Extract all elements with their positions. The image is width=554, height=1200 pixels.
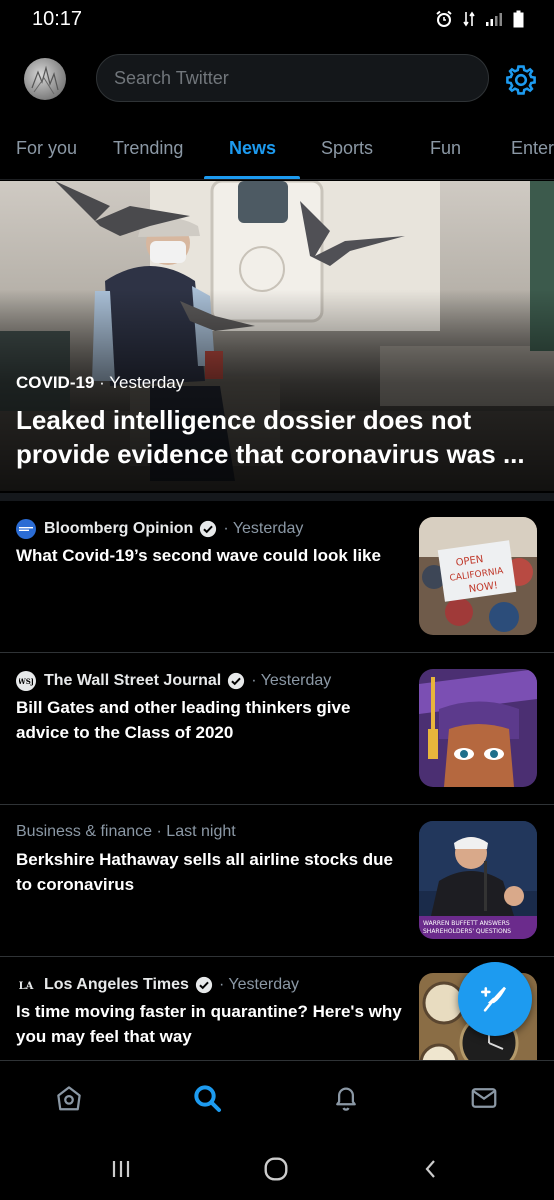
news-headline: Berkshire Hathaway sells all airline sto… xyxy=(16,850,394,894)
news-category: Business & finance · Last night xyxy=(16,823,236,840)
news-item[interactable]: WSJ The Wall Street Journal · Yesterday … xyxy=(0,653,554,805)
tab-entertainment[interactable]: Enter xyxy=(511,138,554,159)
thumb-caption-line1: WARREN BUFFETT ANSWERS xyxy=(423,920,510,927)
tab-for-you[interactable]: For you xyxy=(16,138,77,159)
nav-home-button[interactable] xyxy=(52,1081,86,1115)
nav-search-button[interactable] xyxy=(190,1081,224,1115)
tab-fun[interactable]: Fun xyxy=(430,138,461,159)
svg-text:WSJ: WSJ xyxy=(19,677,33,686)
tab-sports[interactable]: Sports xyxy=(321,138,373,159)
news-headline: What Covid-19’s second wave could look l… xyxy=(16,546,381,565)
news-source: Bloomberg Opinion · Yesterday xyxy=(16,519,303,539)
search-box[interactable] xyxy=(96,54,489,102)
active-tab-indicator xyxy=(204,176,300,179)
gear-icon xyxy=(506,65,536,95)
search-icon xyxy=(194,1085,221,1112)
news-item[interactable]: Business & finance · Last night Berkshir… xyxy=(0,805,554,957)
hero-separator: · xyxy=(99,373,105,392)
news-item[interactable]: Bloomberg Opinion · Yesterday What Covid… xyxy=(0,501,554,653)
news-headline: Is time moving faster in quarantine? Her… xyxy=(16,1002,402,1046)
status-time: 10:17 xyxy=(32,8,83,30)
svg-text:LA: LA xyxy=(19,981,34,992)
system-back-button[interactable] xyxy=(416,1154,446,1184)
source-name: The Wall Street Journal xyxy=(44,672,222,689)
hero-headline: Leaked intelligence dossier does not pro… xyxy=(16,405,525,469)
hero-story[interactable]: COVID-19 · Yesterday Leaked intelligence… xyxy=(0,181,554,491)
nav-notifications-button[interactable] xyxy=(329,1081,363,1115)
news-time: · Yesterday xyxy=(251,672,332,689)
avatar[interactable] xyxy=(24,58,66,100)
news-time: · Yesterday xyxy=(223,520,304,537)
hero-category: COVID-19 xyxy=(16,373,95,392)
alarm-icon xyxy=(436,10,452,27)
thumb-caption-line2: SHAREHOLDERS' QUESTIONS xyxy=(423,928,511,935)
news-time: · Yesterday xyxy=(218,976,299,993)
compose-tweet-button[interactable] xyxy=(458,962,532,1036)
bottom-navigation xyxy=(0,1060,554,1136)
latimes-logo-icon: LA xyxy=(16,975,36,995)
recent-apps-icon xyxy=(112,1161,130,1177)
wsj-logo-icon: WSJ xyxy=(16,671,36,691)
tab-news[interactable]: News xyxy=(229,138,276,159)
compose-quill-icon xyxy=(480,986,507,1012)
messages-envelope-icon xyxy=(471,1088,497,1108)
tab-trending[interactable]: Trending xyxy=(113,138,183,159)
bloomberg-logo-icon xyxy=(16,519,36,539)
news-headline: Bill Gates and other leading thinkers gi… xyxy=(16,698,351,742)
news-source: WSJ The Wall Street Journal · Yesterday xyxy=(16,671,331,691)
search-header xyxy=(0,44,554,114)
verified-badge-icon xyxy=(228,672,245,690)
news-thumbnail: WARREN BUFFETT ANSWERS SHAREHOLDERS' QUE… xyxy=(419,821,537,939)
data-transfer-icon xyxy=(463,11,475,27)
settings-button[interactable] xyxy=(504,63,538,97)
section-divider xyxy=(0,493,554,501)
system-navigation xyxy=(0,1136,554,1200)
source-name: Los Angeles Times xyxy=(44,976,189,993)
nav-messages-button[interactable] xyxy=(467,1081,501,1115)
home-icon xyxy=(57,1086,81,1111)
recent-apps-button[interactable] xyxy=(106,1154,136,1184)
hero-time: Yesterday xyxy=(109,373,185,392)
status-bar: 10:17 xyxy=(0,0,554,44)
verified-badge-icon xyxy=(195,976,213,994)
home-circle-icon xyxy=(264,1157,288,1181)
news-thumbnail: OPEN CALIFORNIA NOW! xyxy=(419,517,537,635)
news-source: Business & finance · Last night xyxy=(16,823,236,841)
notifications-bell-icon xyxy=(336,1087,356,1111)
search-input[interactable] xyxy=(97,55,488,101)
news-source: LA Los Angeles Times · Yesterday xyxy=(16,975,299,995)
explore-tabs: For you Trending News Sports Fun Enter xyxy=(0,124,554,180)
battery-icon xyxy=(513,10,524,28)
source-name: Bloomberg Opinion xyxy=(44,520,194,537)
hero-meta: COVID-19 · Yesterday xyxy=(16,373,184,393)
news-thumbnail xyxy=(419,669,537,787)
status-icons xyxy=(435,10,524,28)
system-home-button[interactable] xyxy=(261,1154,291,1184)
back-chevron-icon xyxy=(425,1160,435,1178)
signal-icon xyxy=(486,13,502,26)
verified-badge-icon xyxy=(200,520,217,538)
